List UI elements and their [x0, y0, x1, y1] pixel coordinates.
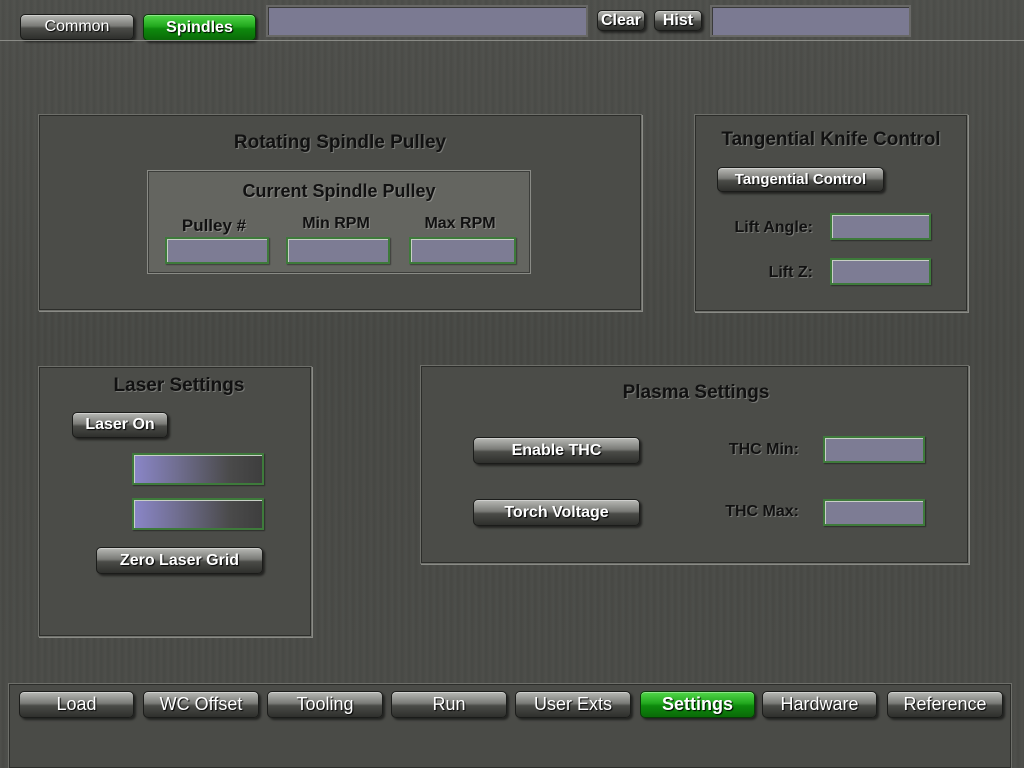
- nav-settings[interactable]: Settings: [640, 691, 755, 718]
- rotating-spindle-title: Rotating Spindle Pulley: [233, 132, 447, 153]
- thc-max-field[interactable]: [823, 499, 925, 526]
- nav-reference[interactable]: Reference: [887, 691, 1003, 718]
- status-display: [710, 5, 911, 37]
- min-rpm-label: Min RPM: [302, 215, 370, 232]
- min-rpm-field[interactable]: [286, 237, 390, 264]
- tab-spindles[interactable]: Spindles: [143, 14, 256, 41]
- thc-max-label: THC Max:: [725, 503, 799, 520]
- thc-min-field[interactable]: [823, 436, 925, 463]
- hist-button[interactable]: Hist: [654, 10, 702, 31]
- max-rpm-label: Max RPM: [424, 215, 496, 232]
- zero-laser-grid-button[interactable]: Zero Laser Grid: [96, 547, 263, 574]
- laser-on-button[interactable]: Laser On: [72, 412, 168, 438]
- tangential-control-button[interactable]: Tangential Control: [717, 167, 884, 192]
- laser-field-1[interactable]: [132, 453, 264, 485]
- laser-settings-title: Laser Settings: [113, 375, 245, 396]
- plasma-settings-panel: Plasma Settings THC Min: THC Max:: [420, 365, 969, 564]
- lift-z-label: Lift Z:: [768, 264, 813, 281]
- nav-load[interactable]: Load: [19, 691, 134, 718]
- current-spindle-title: Current Spindle Pulley: [242, 181, 436, 201]
- tab-common[interactable]: Common: [20, 14, 134, 40]
- message-display: [266, 5, 588, 37]
- plasma-settings-title: Plasma Settings: [622, 382, 770, 403]
- clear-button[interactable]: Clear: [597, 10, 645, 31]
- nav-run[interactable]: Run: [391, 691, 507, 718]
- enable-thc-button[interactable]: Enable THC: [473, 437, 640, 464]
- lift-angle-label: Lift Angle:: [734, 219, 814, 236]
- nav-user-exts[interactable]: User Exts: [515, 691, 631, 718]
- torch-voltage-button[interactable]: Torch Voltage: [473, 499, 640, 526]
- nav-tooling[interactable]: Tooling: [267, 691, 383, 718]
- laser-field-2[interactable]: [132, 498, 264, 530]
- lift-z-field[interactable]: [830, 258, 931, 285]
- lift-angle-field[interactable]: [830, 213, 931, 240]
- top-divider: [0, 40, 1024, 41]
- tangential-knife-title: Tangential Knife Control: [721, 129, 941, 150]
- nav-wc-offset[interactable]: WC Offset: [143, 691, 259, 718]
- max-rpm-field[interactable]: [409, 237, 516, 264]
- nav-hardware[interactable]: Hardware: [762, 691, 877, 718]
- pulley-number-field[interactable]: [165, 237, 269, 264]
- pulley-label: Pulley #: [181, 216, 247, 235]
- thc-min-label: THC Min:: [728, 441, 799, 458]
